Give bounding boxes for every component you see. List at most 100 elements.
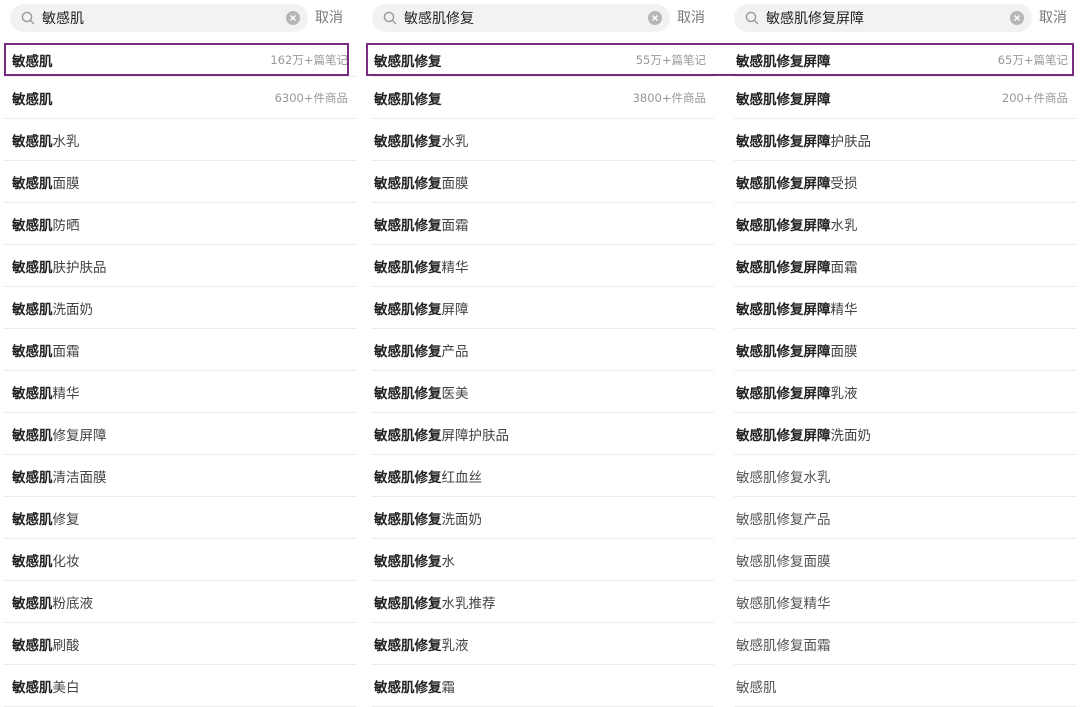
suggestion-row[interactable]: 敏感肌修复面霜	[372, 203, 714, 245]
suggestion-completion: 敏感肌修复面膜	[736, 553, 831, 570]
suggestion-row[interactable]: 敏感肌修复产品	[372, 329, 714, 371]
suggestion-row[interactable]: 敏感肌粉底液	[4, 581, 356, 623]
cancel-button[interactable]: 取消	[315, 4, 343, 32]
suggestion-query-part: 敏感肌修复	[374, 511, 442, 528]
suggestion-row[interactable]: 敏感肌修复水乳	[734, 455, 1076, 497]
search-input[interactable]: 敏感肌	[40, 8, 286, 28]
suggestion-text: 敏感肌修复屏障	[734, 88, 831, 108]
suggestion-row[interactable]: 敏感肌清洁面膜	[4, 455, 356, 497]
suggestion-row[interactable]: 敏感肌修复屏障受损	[734, 161, 1076, 203]
suggestion-query-part: 敏感肌	[12, 343, 53, 360]
search-icon	[740, 4, 764, 32]
suggestion-query-part: 敏感肌	[12, 301, 53, 318]
suggestion-completion: 敏感肌修复面霜	[736, 637, 831, 654]
suggestion-text: 敏感肌修复面膜	[372, 172, 469, 192]
search-bar[interactable]: 敏感肌修复屏障	[734, 4, 1032, 32]
suggestion-row[interactable]: 敏感肌修复屏障洗面奶	[734, 413, 1076, 455]
suggestion-row[interactable]: 敏感肌修复屏障面霜	[734, 245, 1076, 287]
suggestion-query-part: 敏感肌	[12, 637, 53, 654]
cancel-button[interactable]: 取消	[677, 4, 705, 32]
suggestion-row[interactable]: 敏感肌修复产品	[734, 497, 1076, 539]
suggestion-row[interactable]: 敏感肌修复屏障水乳	[734, 203, 1076, 245]
search-input[interactable]: 敏感肌修复屏障	[764, 8, 1010, 28]
suggestion-completion: 敏感肌修复产品	[736, 511, 831, 528]
suggestion-row[interactable]: 敏感肌修复霜	[372, 665, 714, 707]
suggestion-row[interactable]: 敏感肌 6300+件商品	[4, 77, 356, 119]
search-bar[interactable]: 敏感肌修复	[372, 4, 670, 32]
suggestion-row[interactable]: 敏感肌修复屏障护肤品	[372, 413, 714, 455]
suggestion-row[interactable]: 敏感肌修复屏障面膜	[734, 329, 1076, 371]
suggestion-row[interactable]: 敏感肌修复面霜	[734, 623, 1076, 665]
suggestion-row[interactable]: 敏感肌修复乳液	[372, 623, 714, 665]
suggestion-row[interactable]: 敏感肌修复面膜	[734, 539, 1076, 581]
suggestion-row[interactable]: 敏感肌水乳	[4, 119, 356, 161]
suggestion-query-part: 敏感肌修复	[374, 679, 442, 696]
highlight-box	[4, 43, 349, 76]
suggestion-row[interactable]: 敏感肌面膜	[4, 161, 356, 203]
suggestion-row[interactable]: 敏感肌修复屏障	[4, 413, 356, 455]
suggestion-completion: 护肤品	[830, 133, 872, 150]
suggestion-query-part: 敏感肌	[12, 91, 53, 108]
suggestion-text: 敏感肌修复	[4, 508, 80, 528]
suggestion-row[interactable]: 敏感肌刷酸	[4, 623, 356, 665]
suggestion-text: 敏感肌修复红血丝	[372, 466, 482, 486]
clear-icon[interactable]	[286, 11, 300, 25]
suggestion-row[interactable]: 敏感肌修复屏障精华	[734, 287, 1076, 329]
suggestion-row[interactable]: 敏感肌肤护肤品	[4, 245, 356, 287]
cancel-button[interactable]: 取消	[1039, 4, 1067, 32]
suggestion-list: 敏感肌修复 55万+篇笔记 敏感肌修复 3800+件商品 敏感肌修复水乳 敏感肌修复面膜敏…	[372, 40, 714, 707]
suggestion-row[interactable]: 敏感肌修复洗面奶	[372, 497, 714, 539]
suggestion-text: 敏感肌修复屏障水乳	[734, 214, 858, 234]
highlight-box	[366, 43, 1074, 76]
suggestion-query-part: 敏感肌修复屏障	[736, 427, 831, 444]
suggestion-row[interactable]: 敏感肌修复精华	[734, 581, 1076, 623]
suggestion-row[interactable]: 敏感肌修复屏障护肤品	[734, 119, 1076, 161]
clear-icon[interactable]	[1010, 11, 1024, 25]
suggestion-completion: 水乳	[52, 133, 80, 150]
suggestion-row[interactable]: 敏感肌修复屏障 200+件商品	[734, 77, 1076, 119]
suggestion-row[interactable]: 敏感肌修复屏障乳液	[734, 371, 1076, 413]
search-input[interactable]: 敏感肌修复	[402, 8, 648, 28]
suggestion-text: 敏感肌修复屏障受损	[734, 172, 858, 192]
suggestion-row[interactable]: 敏感肌修复	[4, 497, 356, 539]
suggestion-row[interactable]: 敏感肌修复水乳推荐	[372, 581, 714, 623]
suggestion-text: 敏感肌修复洗面奶	[372, 508, 482, 528]
suggestion-row[interactable]: 敏感肌洗面奶	[4, 287, 356, 329]
suggestion-list: 敏感肌修复屏障 65万+篇笔记 敏感肌修复屏障 200+件商品 敏感肌修复屏障护肤品 敏感…	[734, 40, 1076, 707]
suggestion-row[interactable]: 敏感肌精华	[4, 371, 356, 413]
suggestion-text: 敏感肌修复水乳推荐	[372, 592, 496, 612]
suggestion-row[interactable]: 敏感肌修复屏障	[372, 287, 714, 329]
suggestion-row[interactable]: 敏感肌修复 3800+件商品	[372, 77, 714, 119]
suggestion-row[interactable]: 敏感肌化妆	[4, 539, 356, 581]
suggestion-query-part: 敏感肌修复屏障	[736, 175, 831, 192]
suggestion-query-part: 敏感肌修复屏障	[736, 301, 831, 318]
suggestion-text: 敏感肌修复屏障乳液	[734, 382, 858, 402]
suggestion-completion: 美白	[52, 679, 80, 696]
result-count: 6300+件商品	[274, 90, 348, 105]
suggestion-row[interactable]: 敏感肌	[734, 665, 1076, 707]
suggestion-row[interactable]: 敏感肌防晒	[4, 203, 356, 245]
suggestion-row[interactable]: 敏感肌美白	[4, 665, 356, 707]
suggestion-completion: 水乳	[830, 217, 858, 234]
suggestion-query-part: 敏感肌	[12, 679, 53, 696]
suggestion-row[interactable]: 敏感肌修复医美	[372, 371, 714, 413]
suggestion-row[interactable]: 敏感肌面霜	[4, 329, 356, 371]
suggestion-text: 敏感肌修复精华	[372, 256, 469, 276]
suggestion-row[interactable]: 敏感肌修复水	[372, 539, 714, 581]
clear-icon[interactable]	[648, 11, 662, 25]
suggestion-query-part: 敏感肌	[12, 175, 53, 192]
suggestion-completion: 面膜	[441, 175, 469, 192]
suggestion-query-part: 敏感肌	[12, 511, 53, 528]
suggestion-text: 敏感肌修复产品	[734, 508, 831, 528]
suggestion-row[interactable]: 敏感肌修复面膜	[372, 161, 714, 203]
suggestion-query-part: 敏感肌修复	[374, 133, 442, 150]
suggestion-row[interactable]: 敏感肌修复红血丝	[372, 455, 714, 497]
suggestion-row[interactable]: 敏感肌修复水乳	[372, 119, 714, 161]
suggestion-query-part: 敏感肌修复屏障	[736, 133, 831, 150]
search-bar[interactable]: 敏感肌	[10, 4, 308, 32]
suggestion-text: 敏感肌粉底液	[4, 592, 93, 612]
suggestion-text: 敏感肌修复屏障精华	[734, 298, 858, 318]
suggestion-text: 敏感肌修复屏障护肤品	[372, 424, 509, 444]
suggestion-completion: 修复屏障	[52, 427, 107, 444]
suggestion-row[interactable]: 敏感肌修复精华	[372, 245, 714, 287]
